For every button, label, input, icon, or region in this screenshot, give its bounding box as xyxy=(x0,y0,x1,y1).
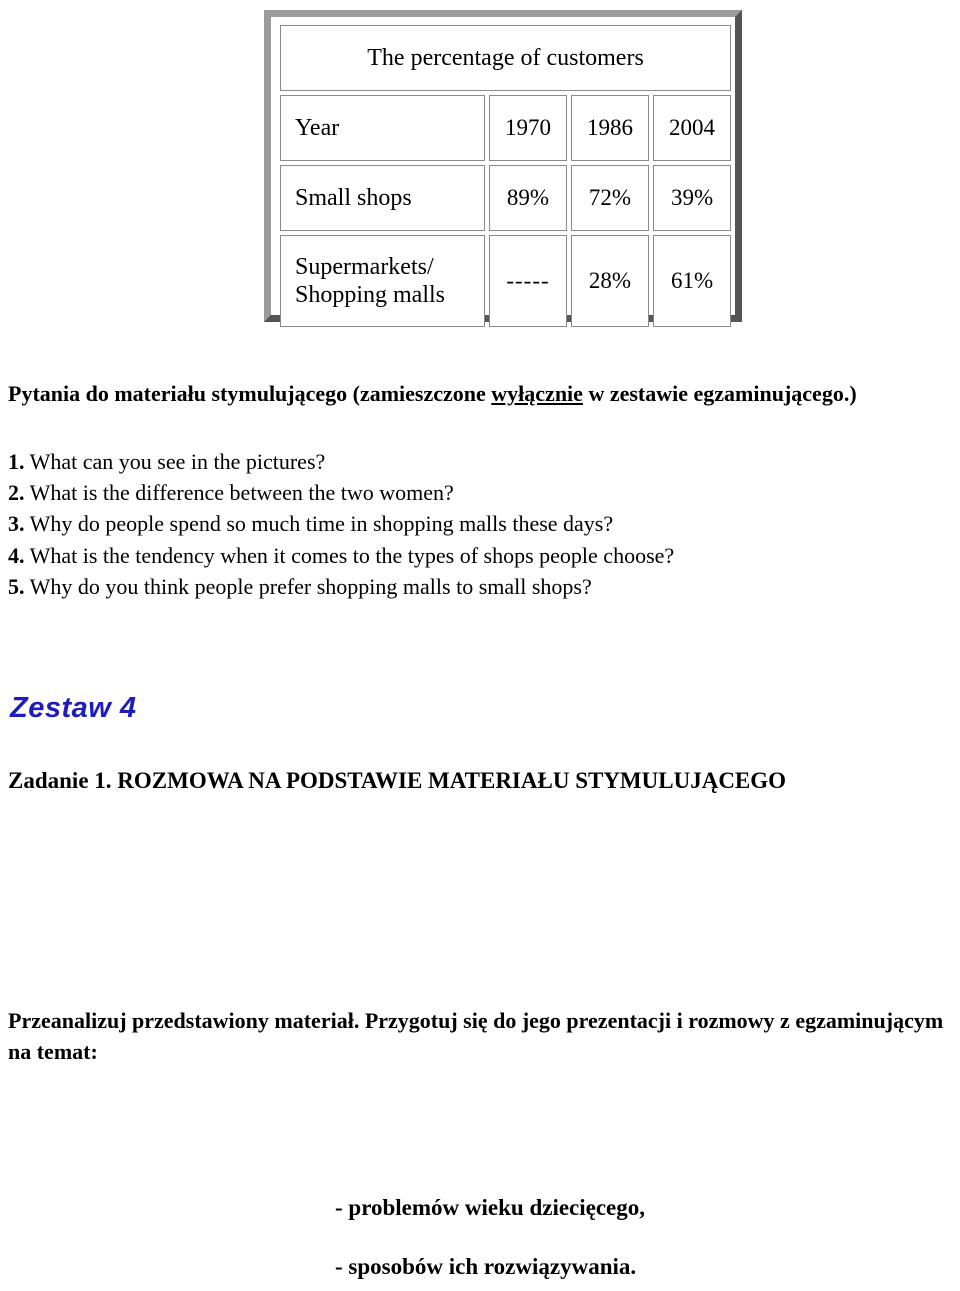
table-row-small-shops: Small shops 89% 72% 39% xyxy=(280,165,732,231)
list-item: - sposobów ich rozwiązywania. xyxy=(335,1254,637,1279)
supermarkets-value-1970: ----- xyxy=(489,235,567,327)
question-number: 3. xyxy=(8,511,25,537)
year-row-label: Year xyxy=(280,95,485,161)
small-shops-value-1970: 89% xyxy=(489,165,567,231)
list-item: - problemów wieku dziecięcego, xyxy=(335,1195,646,1220)
small-shops-value-1986: 72% xyxy=(571,165,649,231)
question-text: What is the tendency when it comes to th… xyxy=(29,542,675,568)
question-text: Why do you think people prefer shopping … xyxy=(29,573,592,599)
stimulus-table-frame: The percentage of customers Year 1970 19… xyxy=(264,10,742,327)
supermarkets-value-1986: 28% xyxy=(571,235,649,327)
list-item: 4. What is the tendency when it comes to… xyxy=(8,540,888,571)
task-topics-list: - problemów wieku dziecięcego, - sposobó… xyxy=(335,1196,935,1278)
year-cell-1986: 1986 xyxy=(571,95,649,161)
task-instruction: Przeanalizuj przedstawiony materiał. Prz… xyxy=(8,1008,944,1065)
question-number: 4. xyxy=(8,542,25,568)
percentage-of-customers-table: The percentage of customers Year 1970 19… xyxy=(276,21,735,331)
table-row-year: Year 1970 1986 2004 xyxy=(280,95,732,161)
intro-emphasis-wylacznie: wyłącznie xyxy=(491,381,583,406)
question-text: Why do people spend so much time in shop… xyxy=(29,511,614,537)
intro-text-part2: w zestawie egzaminującego.) xyxy=(582,381,857,406)
list-item: 3. Why do people spend so much time in s… xyxy=(8,508,888,539)
question-text: What is the difference between the two w… xyxy=(29,480,454,506)
stimulus-table-inner: The percentage of customers Year 1970 19… xyxy=(271,17,735,327)
stimulus-questions-intro: Pytania do materiału stymulującego (zami… xyxy=(8,379,868,409)
set-heading: Zestaw 4 xyxy=(10,692,137,724)
question-text: What can you see in the pictures? xyxy=(29,449,326,474)
list-item: 2. What is the difference between the tw… xyxy=(8,477,888,508)
question-number: 1. xyxy=(8,449,25,474)
list-item: 1. What can you see in the pictures? xyxy=(8,446,888,477)
supermarkets-label-line2: Shopping malls xyxy=(295,282,446,308)
year-cell-1970: 1970 xyxy=(489,95,567,161)
task-heading: Zadanie 1. ROZMOWA NA PODSTAWIE MATERIAŁ… xyxy=(8,768,787,793)
year-cell-2004: 2004 xyxy=(653,95,732,161)
table-title-cell: The percentage of customers xyxy=(280,25,732,91)
supermarkets-row-label: Supermarkets/ Shopping malls xyxy=(280,235,485,327)
supermarkets-label-line1: Supermarkets/ xyxy=(295,253,434,280)
small-shops-row-label: Small shops xyxy=(280,165,485,231)
question-number: 2. xyxy=(8,480,25,506)
table-row-supermarkets: Supermarkets/ Shopping malls ----- 28% 6… xyxy=(280,235,732,327)
questions-list: 1. What can you see in the pictures? 2. … xyxy=(8,446,888,602)
table-row-title: The percentage of customers xyxy=(280,25,732,91)
intro-text-part1: Pytania do materiału stymulującego (zami… xyxy=(8,381,492,406)
supermarkets-value-2004: 61% xyxy=(653,235,732,327)
small-shops-value-2004: 39% xyxy=(653,165,732,231)
question-number: 5. xyxy=(8,573,25,599)
list-item: 5. Why do you think people prefer shoppi… xyxy=(8,571,888,602)
